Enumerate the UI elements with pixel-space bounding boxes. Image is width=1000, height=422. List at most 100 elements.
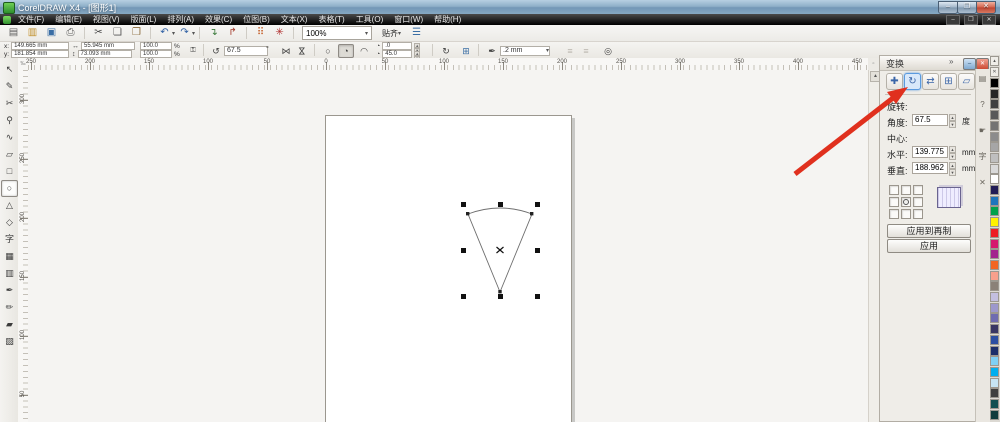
chevron-down-icon[interactable]: ▾ [172, 30, 175, 37]
docker-tab-transform[interactable]: ▤ [977, 73, 988, 85]
object-height-field[interactable]: 73.093 mm [78, 50, 132, 58]
color-swatch-12[interactable] [990, 196, 999, 206]
anchor-cell-1-1[interactable] [901, 197, 911, 207]
docker-tab-close[interactable]: ✕ [977, 177, 988, 189]
options-icon[interactable]: ☰ [408, 25, 425, 41]
save-icon[interactable]: ▣ [43, 25, 60, 41]
doc-close-button[interactable]: ✕ [982, 15, 996, 25]
new-icon[interactable]: ▤ [5, 25, 22, 41]
color-swatch-2[interactable] [990, 89, 999, 99]
doc-restore-button[interactable]: ❐ [964, 15, 978, 25]
palette-close-icon[interactable]: ✕ [990, 67, 999, 77]
change-direction-button[interactable]: ↻ [438, 44, 454, 58]
color-swatch-17[interactable] [990, 249, 999, 259]
menu-item-10[interactable]: 工具(O) [356, 14, 384, 25]
color-swatch-6[interactable] [990, 132, 999, 142]
convert-to-object-button[interactable]: ⊞ [458, 44, 474, 58]
blend-tool[interactable]: ▥ [1, 265, 18, 282]
pie-mode-button[interactable]: ◔ [338, 44, 354, 58]
color-swatch-28[interactable] [990, 367, 999, 377]
launcher-icon[interactable]: ⠿ [252, 25, 269, 41]
color-swatch-11[interactable] [990, 185, 999, 195]
anchor-cell-1-0[interactable] [889, 197, 899, 207]
outline-pen-tool[interactable]: ✏ [1, 299, 18, 316]
mirror-horizontal-icon[interactable]: ⋈ [278, 44, 294, 58]
anchor-cell-0-0[interactable] [889, 185, 899, 195]
basic-shapes-tool[interactable]: ◇ [1, 214, 18, 231]
close-button[interactable]: ✕ [976, 1, 996, 14]
anchor-cell-2-2[interactable] [913, 209, 923, 219]
color-swatch-23[interactable] [990, 313, 999, 323]
cut-icon[interactable]: ✂ [90, 25, 107, 41]
end-angle-field[interactable]: 45.0 [382, 50, 412, 58]
docker-tab-hints[interactable]: ? [977, 99, 988, 111]
menu-item-12[interactable]: 帮助(H) [434, 14, 461, 25]
color-swatch-20[interactable] [990, 281, 999, 291]
color-swatch-9[interactable] [990, 164, 999, 174]
rotation-angle-field[interactable]: 67.5 [224, 46, 268, 56]
pick-tool[interactable]: ↖ [1, 61, 18, 78]
scale-y-field[interactable]: 100.0 [140, 50, 172, 58]
horizontal-spinner[interactable]: ▲▼ [949, 146, 956, 158]
eyedropper-tool[interactable]: ✒ [1, 282, 18, 299]
vertical-spinner[interactable]: ▲▼ [949, 162, 956, 174]
wrap-text-alt-button[interactable]: ≡ [578, 44, 594, 58]
color-swatch-29[interactable] [990, 378, 999, 388]
zoom-level-select[interactable]: 100% ▾ [302, 26, 372, 40]
start-angle-field[interactable]: .0 [382, 42, 412, 50]
color-swatch-8[interactable] [990, 153, 999, 163]
document-page[interactable] [325, 115, 572, 422]
outline-width-select[interactable]: .2 mm [500, 46, 550, 56]
color-swatch-32[interactable] [990, 410, 999, 420]
lock-ratio-icon[interactable]: ⚿ [185, 44, 201, 58]
paste-icon[interactable]: ❐ [128, 25, 145, 41]
menu-item-1[interactable]: 文件(F) [18, 14, 44, 25]
menu-item-9[interactable]: 表格(T) [318, 14, 344, 25]
apply-button[interactable]: 应用 [887, 239, 971, 253]
color-swatch-15[interactable] [990, 228, 999, 238]
x-position-field[interactable]: 149.665 mm [11, 42, 69, 50]
mirror-vertical-icon[interactable]: ⋈ [295, 43, 309, 59]
menu-item-4[interactable]: 版面(L) [131, 14, 157, 25]
menu-item-7[interactable]: 位图(B) [243, 14, 270, 25]
color-swatch-19[interactable] [990, 271, 999, 281]
color-swatch-1[interactable] [990, 78, 999, 88]
ellipse-mode-button[interactable]: ○ [320, 44, 336, 58]
anchor-cell-0-1[interactable] [901, 185, 911, 195]
transform-skew-button[interactable]: ▱ [958, 73, 975, 90]
shape-tool[interactable]: ✎ [1, 78, 18, 95]
color-swatch-27[interactable] [990, 356, 999, 366]
menu-item-8[interactable]: 文本(X) [281, 14, 308, 25]
minimize-button[interactable]: – [938, 1, 958, 14]
center-vertical-field[interactable]: 188.962 [912, 162, 948, 174]
color-swatch-22[interactable] [990, 303, 999, 313]
rectangle-tool[interactable]: □ [1, 163, 18, 180]
color-swatch-5[interactable] [990, 121, 999, 131]
color-swatch-24[interactable] [990, 324, 999, 334]
copy-icon[interactable]: ❏ [109, 25, 126, 41]
apply-to-duplicate-button[interactable]: 应用到再制 [887, 224, 971, 238]
chevron-down-icon[interactable]: ▾ [546, 47, 549, 54]
transform-position-button[interactable]: ✚ [886, 73, 903, 90]
table-tool[interactable]: ▦ [1, 248, 18, 265]
object-width-field[interactable]: 55.945 mm [81, 42, 135, 50]
color-swatch-4[interactable] [990, 110, 999, 120]
center-horizontal-field[interactable]: 139.775 [912, 146, 948, 158]
scale-x-field[interactable]: 100.0 [140, 42, 172, 50]
anchor-cell-1-2[interactable] [913, 197, 923, 207]
color-swatch-16[interactable] [990, 239, 999, 249]
zoom-tool[interactable]: ⚲ [1, 112, 18, 129]
arc-mode-button[interactable]: ◠ [356, 44, 372, 58]
anchor-cell-2-1[interactable] [901, 209, 911, 219]
maximize-button[interactable]: ❐ [957, 1, 977, 14]
palette-scroll-up-icon[interactable]: ▴ [990, 56, 999, 66]
color-swatch-18[interactable] [990, 260, 999, 270]
polygon-tool[interactable]: △ [1, 197, 18, 214]
interactive-fill-tool[interactable]: ▨ [1, 333, 18, 350]
color-swatch-10[interactable] [990, 174, 999, 184]
export-icon[interactable]: ↱ [224, 25, 241, 41]
settings-icon[interactable]: ◎ [600, 44, 616, 58]
ellipse-tool[interactable]: ○ [1, 180, 18, 197]
color-swatch-30[interactable] [990, 388, 999, 398]
chevron-down-icon[interactable]: ▾ [192, 30, 195, 37]
